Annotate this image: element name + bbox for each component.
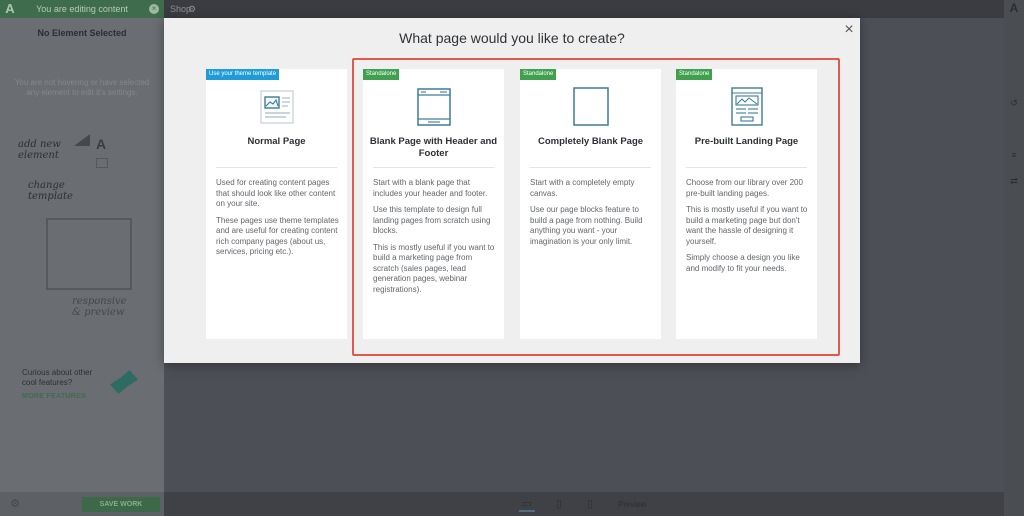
top-bar: Shop ⚙ xyxy=(164,0,1004,18)
sketch-letter-icon: A xyxy=(96,136,107,152)
panel-heading: No Element Selected xyxy=(37,28,127,38)
card-paragraph: Used for creating content pages that sho… xyxy=(216,178,336,208)
card-paragraph: Use this template to design full landing… xyxy=(373,205,491,235)
blank-page-icon xyxy=(572,87,609,126)
card-title: Blank Page with Header and Footer xyxy=(369,136,498,159)
tablet-view-icon[interactable]: ▯ xyxy=(551,496,567,512)
card-divider xyxy=(530,167,651,168)
card-paragraph: Choose from our library over 200 pre-bui… xyxy=(686,178,803,198)
card-divider xyxy=(216,167,337,168)
landing-page-icon xyxy=(730,87,763,126)
card-description: Start with a completely empty canvas. Us… xyxy=(530,178,654,253)
card-description: Choose from our library over 200 pre-bui… xyxy=(686,178,810,280)
editing-message: You are editing content xyxy=(36,4,128,14)
more-features-link[interactable]: MORE FEATURES xyxy=(22,393,86,400)
sketch-preview-box xyxy=(46,218,132,290)
mobile-view-icon[interactable]: ▯ xyxy=(582,496,598,512)
settings-icon[interactable]: ⚙ xyxy=(8,497,22,511)
sketch-template-icon xyxy=(96,158,108,168)
card-title: Normal Page xyxy=(247,136,306,147)
card-normal-page[interactable]: Use your theme template Normal Page Used… xyxy=(206,69,347,339)
card-description: Used for creating content pages that sho… xyxy=(216,178,340,264)
curious-text: Curious about other cool features? xyxy=(22,368,93,387)
card-paragraph: Simply choose a design you like and modi… xyxy=(686,253,800,273)
preview-button[interactable]: Preview xyxy=(618,497,646,512)
rail-history-icon[interactable]: ↺ xyxy=(1009,98,1019,108)
doodle-add-element: add new element xyxy=(18,139,61,161)
card-completely-blank[interactable]: Standalone Completely Blank Page Start w… xyxy=(520,69,661,339)
desktop-view-icon[interactable]: ▭ xyxy=(519,496,535,512)
brand-logo-icon: A xyxy=(5,1,15,16)
doodle-responsive: responsive & preview xyxy=(72,296,127,318)
card-paragraph: This is mostly useful if you want to bui… xyxy=(373,242,495,294)
right-rail: A ↺ ≡ ⇄ xyxy=(1004,0,1024,516)
card-blank-header-footer[interactable]: Standalone Blank Page with Header and Fo… xyxy=(363,69,504,339)
rail-sync-icon[interactable]: ⇄ xyxy=(1009,176,1019,186)
card-paragraph: This is mostly useful if you want to bui… xyxy=(686,205,808,246)
card-paragraph: Start with a completely empty canvas. xyxy=(530,178,635,198)
card-divider xyxy=(686,167,807,168)
header-footer-page-icon xyxy=(416,88,451,126)
close-icon[interactable]: × xyxy=(842,22,856,38)
card-badge: Use your theme template xyxy=(206,69,280,80)
card-badge: Standalone xyxy=(363,69,400,80)
page-settings-icon[interactable]: ⚙ xyxy=(188,0,196,18)
card-badge: Standalone xyxy=(676,69,713,80)
close-editor-icon[interactable]: × xyxy=(149,4,159,14)
card-title: Pre-built Landing Page xyxy=(694,136,799,147)
card-divider xyxy=(373,167,494,168)
create-page-modal: What page would you like to create? × Us… xyxy=(164,18,860,363)
modal-title: What page would you like to create? xyxy=(399,30,625,46)
card-paragraph: Start with a blank page that includes yo… xyxy=(373,178,488,198)
left-sidebar: A You are editing content × No Element S… xyxy=(0,0,164,516)
rail-layers-icon[interactable]: ≡ xyxy=(1009,150,1019,160)
card-title: Completely Blank Page xyxy=(537,136,644,147)
card-prebuilt-landing[interactable]: Standalone Pre-built Landing Page Choose… xyxy=(676,69,817,339)
doodle-change-template: change template xyxy=(28,180,73,202)
card-paragraph: Use our page blocks feature to build a p… xyxy=(530,205,643,246)
panel-hint: You are not hovering or have selected an… xyxy=(14,78,150,97)
card-paragraph: These pages use theme templates and are … xyxy=(216,215,339,257)
theme-template-icon xyxy=(260,90,293,124)
card-description: Start with a blank page that includes yo… xyxy=(373,178,497,301)
rail-logo-icon: A xyxy=(1009,1,1019,15)
save-work-button[interactable]: SAVE WORK xyxy=(82,497,160,512)
card-badge: Standalone xyxy=(520,69,557,80)
bird-illustration-icon xyxy=(110,370,138,394)
editing-banner: A You are editing content × xyxy=(0,0,164,18)
